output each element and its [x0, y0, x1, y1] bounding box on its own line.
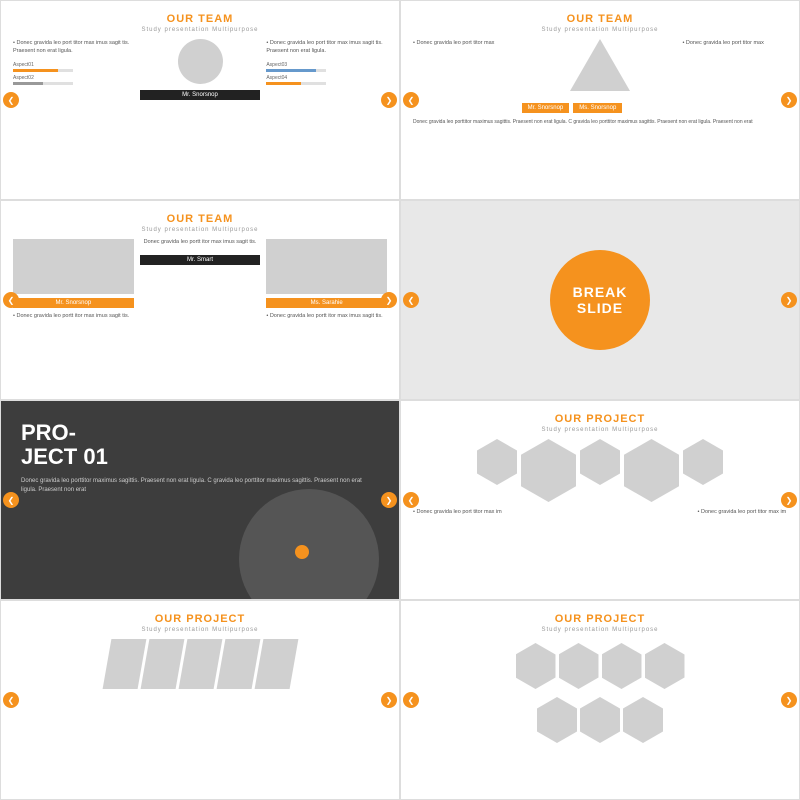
slide3-desc2: Donec gravida leo portt itor max imus sa… — [266, 312, 387, 320]
slide5-nav-left[interactable]: ❮ — [3, 492, 19, 508]
slide1-title-our: OUR — [167, 13, 194, 25]
slide8-title: OUR PROJECT — [413, 613, 787, 625]
para5 — [254, 639, 298, 689]
slide3-name2: Ms. Sarahie — [266, 298, 387, 308]
slide-8: OUR PROJECT Study presentation Multipurp… — [400, 600, 800, 800]
slide1-aspect4: Aspect04 — [266, 75, 387, 81]
slide8-hex-row2 — [537, 697, 663, 743]
hex3 — [580, 439, 620, 485]
slide6-hex-area — [413, 439, 787, 502]
slide2-nav-left[interactable]: ❮ — [403, 92, 419, 108]
slide2-title: OUR TEAM — [413, 13, 787, 25]
slide6-subtitle: Study presentation Multipurpose — [413, 427, 787, 433]
slide6-bullet1: Donec gravida leo port titor max im — [413, 508, 503, 516]
slide1-nav-left[interactable]: ❮ — [3, 92, 19, 108]
slide-7: OUR PROJECT Study presentation Multipurp… — [0, 600, 400, 800]
slide1-title: OUR TEAM — [13, 13, 387, 25]
slide2-name2: Ms. Snorsnop — [573, 103, 622, 113]
slide3-name1: Mr. Snorsnop — [13, 298, 134, 308]
slide3-nav-left[interactable]: ❮ — [3, 292, 19, 308]
hex4 — [624, 439, 679, 502]
slide6-title: OUR PROJECT — [413, 413, 787, 425]
slide8-subtitle: Study presentation Multipurpose — [413, 627, 787, 633]
slide1-name: Mr. Snorsnop — [140, 90, 261, 100]
slide4-nav-right[interactable]: ❯ — [781, 292, 797, 308]
slide-6: OUR PROJECT Study presentation Multipurp… — [400, 400, 800, 600]
slide6-nav-right[interactable]: ❯ — [781, 492, 797, 508]
slide1-aspect1: Aspect01 — [13, 62, 134, 68]
slide6-bullet2: Donec gravida leo port titor max im — [698, 508, 788, 516]
slide1-bullet2: Donec gravida leo port titor max imus sa… — [266, 39, 387, 56]
slide5-desc: Donec gravida leo porttitor maximus sagi… — [21, 477, 379, 495]
slide1-aspect2: Aspect02 — [13, 75, 134, 81]
slide7-para-area — [13, 639, 387, 689]
break-circle: BREAKSLIDE — [550, 250, 650, 350]
slide5-orange-dot — [295, 545, 309, 559]
slide7-nav-right[interactable]: ❯ — [381, 692, 397, 708]
para4 — [216, 639, 260, 689]
para2 — [140, 639, 184, 689]
hex8-6 — [580, 697, 620, 743]
slide3-center-text: Donec gravida leo portt itor max imus sa… — [144, 239, 257, 247]
hex8-3 — [602, 643, 642, 689]
slide3-title: OUR TEAM — [13, 213, 387, 225]
hex5 — [683, 439, 723, 485]
slide8-nav-right[interactable]: ❯ — [781, 692, 797, 708]
para1 — [102, 639, 146, 689]
slide8-hex-row1 — [516, 643, 685, 689]
slide-2: OUR TEAM Study presentation Multipurpose… — [400, 0, 800, 200]
slide-3: OUR TEAM Study presentation Multipurpose… — [0, 200, 400, 400]
slide1-bullet1: Donec gravida leo port titor max imus sa… — [13, 39, 134, 56]
slide7-title: OUR PROJECT — [13, 613, 387, 625]
slide8-nav-left[interactable]: ❮ — [403, 692, 419, 708]
slide-5: PRO-JECT 01 Donec gravida leo porttitor … — [0, 400, 400, 600]
slide2-nav-right[interactable]: ❯ — [781, 92, 797, 108]
slide7-subtitle: Study presentation Multipurpose — [13, 627, 387, 633]
para3 — [178, 639, 222, 689]
hex8-1 — [516, 643, 556, 689]
hex8-5 — [537, 697, 577, 743]
slide3-photo1 — [13, 239, 134, 294]
slide2-desc: Donec gravida leo porttitor maximus sagi… — [413, 119, 787, 126]
slide-4: BREAKSLIDE ❮ ❯ — [400, 200, 800, 400]
slide3-subtitle: Study presentation Multipurpose — [13, 227, 387, 233]
hex2 — [521, 439, 576, 502]
slide6-nav-left[interactable]: ❮ — [403, 492, 419, 508]
hex8-2 — [559, 643, 599, 689]
slide2-bullet2: Donec gravida leo port titor max — [682, 39, 787, 47]
slide3-center-name: Mr. Smart — [140, 255, 261, 265]
slide2-triangle — [570, 39, 630, 91]
slide5-circle-deco — [239, 489, 379, 600]
slide3-photo2 — [266, 239, 387, 294]
slide2-name1: Mr. Snorsnop — [522, 103, 570, 113]
hex8-7 — [623, 697, 663, 743]
break-text: BREAKSLIDE — [573, 284, 628, 316]
slide2-subtitle: Study presentation Multipurpose — [413, 27, 787, 33]
slide1-subtitle: Study presentation Multipurpose — [13, 27, 387, 33]
slide5-title: PRO-JECT 01 — [21, 421, 379, 469]
slide3-desc1: Donec gravida leo portt itor max imus sa… — [13, 312, 134, 320]
slide7-nav-left[interactable]: ❮ — [3, 692, 19, 708]
slide1-nav-right[interactable]: ❯ — [381, 92, 397, 108]
slide2-bullet1: Donec gravida leo port titor max — [413, 39, 518, 47]
slide1-aspect3: Aspect03 — [266, 62, 387, 68]
hex8-4 — [645, 643, 685, 689]
slide3-nav-right[interactable]: ❯ — [381, 292, 397, 308]
hex1 — [477, 439, 517, 485]
slide1-avatar — [178, 39, 223, 84]
slide4-nav-left[interactable]: ❮ — [403, 292, 419, 308]
slide5-nav-right[interactable]: ❯ — [381, 492, 397, 508]
slide-1: OUR TEAM Study presentation Multipurpose… — [0, 0, 400, 200]
